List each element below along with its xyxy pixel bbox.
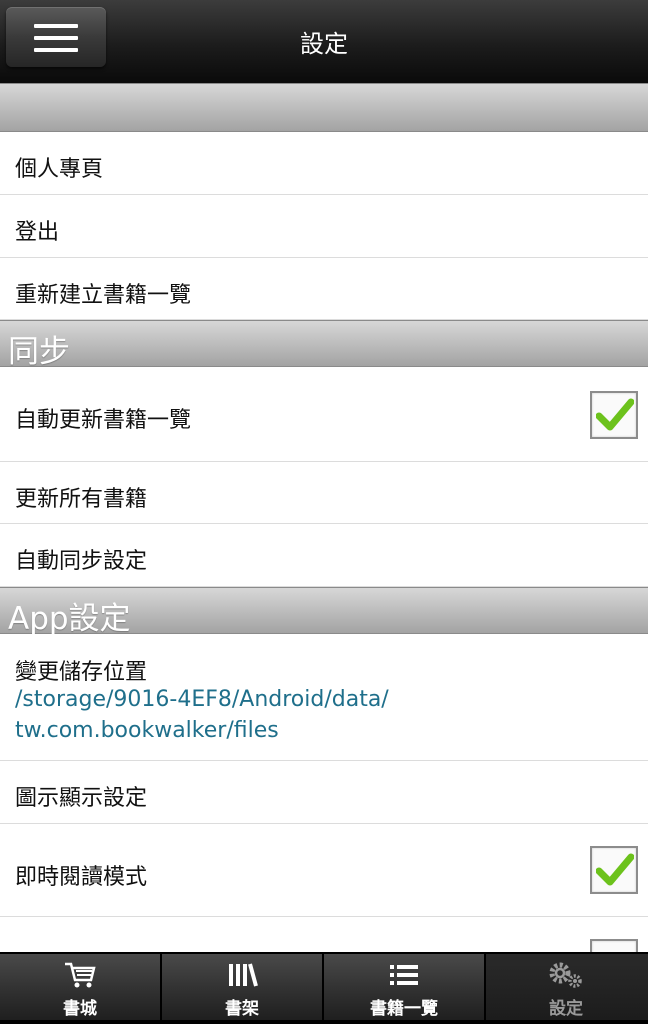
row-partial[interactable] xyxy=(0,917,648,987)
row-storage-location[interactable]: 變更儲存位置 /storage/9016-4EF8/Android/data/ … xyxy=(0,634,648,761)
bookshelf-icon xyxy=(162,960,322,994)
bottom-nav: 書城 書架 書籍一覽 設定 xyxy=(0,952,648,1024)
storage-path: /storage/9016-4EF8/Android/data/ tw.com.… xyxy=(15,684,575,746)
section-title-sync: 同步 xyxy=(8,334,70,370)
row-icon-display-settings[interactable]: 圖示顯示設定 xyxy=(0,761,648,824)
row-auto-sync-settings-label: 自動同步設定 xyxy=(15,549,148,574)
row-profile[interactable]: 個人專頁 xyxy=(0,132,648,195)
storage-path-line2: tw.com.bookwalker/files xyxy=(15,718,279,743)
tab-settings-label: 設定 xyxy=(549,999,583,1019)
storage-path-line1: /storage/9016-4EF8/Android/data/ xyxy=(15,687,389,712)
row-auto-sync-settings[interactable]: 自動同步設定 xyxy=(0,524,648,587)
checkmark-icon xyxy=(596,398,634,431)
cart-icon xyxy=(0,960,160,994)
tab-book-list-label: 書籍一覽 xyxy=(370,999,438,1019)
tab-settings[interactable]: 設定 xyxy=(486,954,648,1020)
checkmark-icon xyxy=(596,853,634,886)
gear-icon xyxy=(486,960,646,994)
row-instant-read-mode-label: 即時閱讀模式 xyxy=(15,865,148,890)
tab-store-label: 書城 xyxy=(63,999,97,1019)
row-rebuild-list-label: 重新建立書籍一覽 xyxy=(15,283,192,308)
page-title: 設定 xyxy=(300,30,348,58)
instant-read-checkbox[interactable] xyxy=(590,846,638,894)
row-logout-label: 登出 xyxy=(15,220,60,245)
row-auto-update-list-label: 自動更新書籍一覽 xyxy=(15,408,192,433)
auto-update-checkbox[interactable] xyxy=(590,391,638,439)
row-storage-location-label: 變更儲存位置 xyxy=(15,660,148,685)
row-instant-read-mode[interactable]: 即時閱讀模式 xyxy=(0,824,648,917)
row-rebuild-list[interactable]: 重新建立書籍一覽 xyxy=(0,258,648,320)
section-header-app: App設定 xyxy=(0,587,648,637)
section-title-app: App設定 xyxy=(8,601,131,637)
section-header-account xyxy=(0,83,648,132)
top-bar: 設定 xyxy=(0,0,648,83)
tab-bookshelf-label: 書架 xyxy=(225,999,259,1019)
row-update-all-books[interactable]: 更新所有書籍 xyxy=(0,462,648,524)
list-icon xyxy=(324,960,484,994)
row-update-all-books-label: 更新所有書籍 xyxy=(15,487,148,512)
row-auto-update-list[interactable]: 自動更新書籍一覽 xyxy=(0,367,648,462)
tab-store[interactable]: 書城 xyxy=(0,954,161,1020)
tab-book-list[interactable]: 書籍一覽 xyxy=(324,954,485,1020)
tab-bookshelf[interactable]: 書架 xyxy=(162,954,323,1020)
row-profile-label: 個人專頁 xyxy=(15,157,104,182)
row-icon-display-settings-label: 圖示顯示設定 xyxy=(15,786,148,811)
section-header-sync: 同步 xyxy=(0,320,648,370)
row-logout[interactable]: 登出 xyxy=(0,195,648,258)
